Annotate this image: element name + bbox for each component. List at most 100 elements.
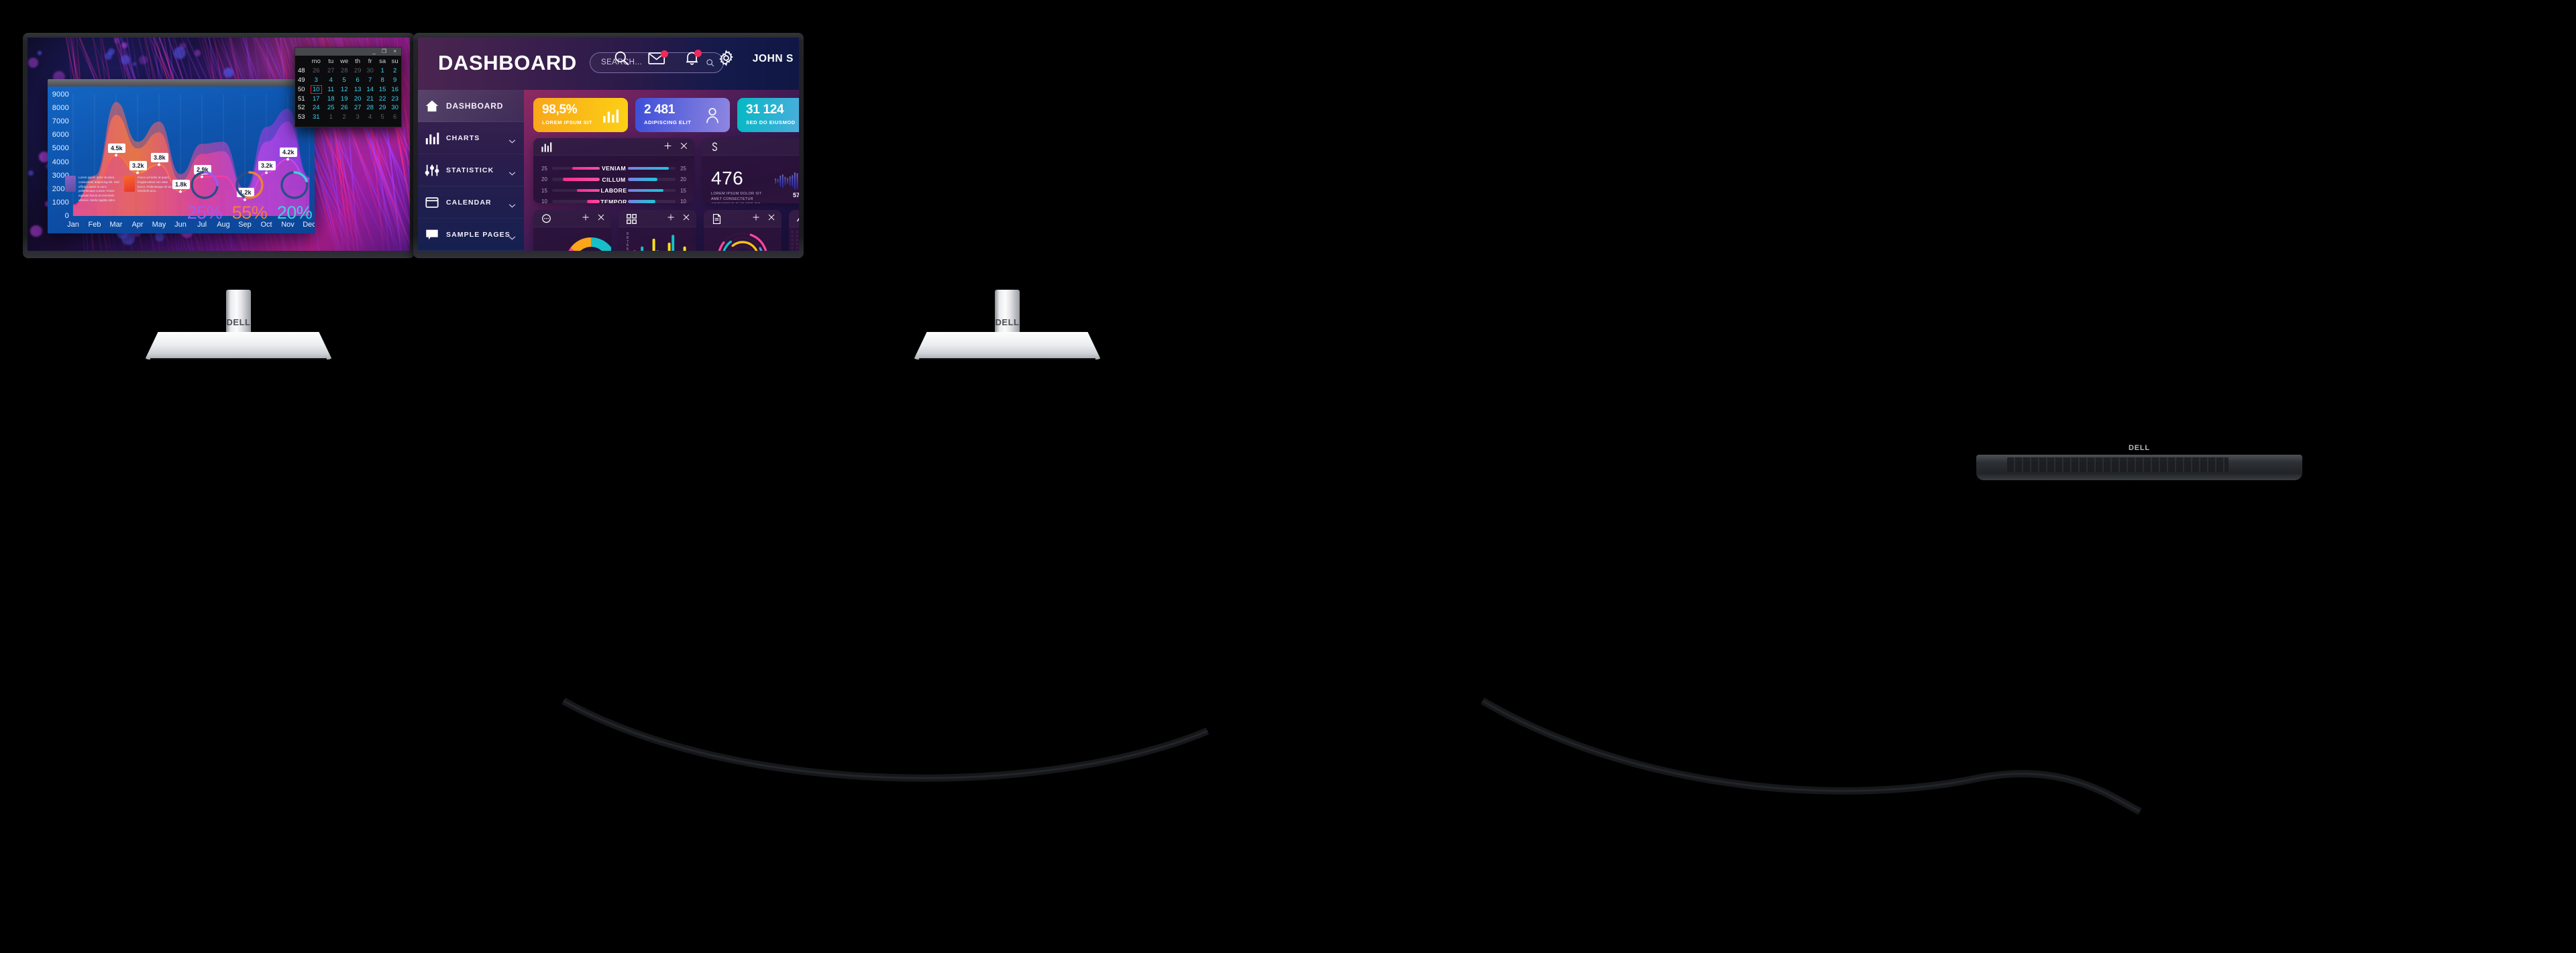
widget-header: [789, 210, 799, 227]
calendar-day[interactable]: 20: [352, 94, 364, 103]
calendar-day[interactable]: 23: [388, 94, 401, 103]
sidebar-item-dashboard[interactable]: DASHBOARD: [418, 90, 524, 122]
calendar-day[interactable]: 1: [325, 113, 337, 122]
calendar-day[interactable]: 5: [337, 76, 352, 85]
calendar-day[interactable]: 2: [337, 113, 352, 122]
grouped-bars-widget[interactable]: 9876543210 2019202020212022 LOREMDOLORIP…: [619, 210, 696, 251]
calendar-day[interactable]: 21: [364, 94, 376, 103]
laptop-keyboard[interactable]: [2007, 457, 2229, 472]
chevron-down-icon[interactable]: [508, 231, 516, 235]
calendar-day[interactable]: 2: [388, 66, 401, 76]
hbar-row: 10 TEMPOR 10: [541, 199, 686, 204]
search-icon-button[interactable]: [613, 50, 632, 68]
kpi-card[interactable]: 31 124 SED DO EIUSMOD: [737, 98, 799, 132]
calendar-day[interactable]: 31: [308, 113, 325, 122]
calendar-day[interactable]: 3: [352, 113, 364, 122]
chevron-down-icon[interactable]: [508, 199, 516, 203]
calendar-day[interactable]: 15: [376, 85, 389, 94]
gauge-percent-label: 20%: [275, 203, 314, 223]
calendar-day[interactable]: 27: [352, 103, 364, 113]
sidebar-item-calendar[interactable]: CALENDAR: [418, 186, 524, 219]
calendar-day[interactable]: 18: [325, 94, 337, 103]
chart-window-titlebar[interactable]: [48, 79, 315, 87]
add-icon[interactable]: [667, 213, 675, 221]
calendar-popup[interactable]: _ ❐ × mo tu we th fr sa su 48 26 27 28 29 30 1 2 49 3 4 5 6…: [294, 47, 402, 127]
calendar-close-button[interactable]: ×: [393, 48, 396, 56]
bar-chart-icon: [425, 131, 439, 146]
calendar-day[interactable]: 13: [352, 85, 364, 94]
gear-icon-button[interactable]: [718, 50, 737, 68]
calendar-day[interactable]: 5: [376, 113, 389, 122]
calendar-day[interactable]: 6: [352, 76, 364, 85]
radial-gauge-widget[interactable]: $ 11 300 $180,347: [704, 210, 782, 251]
close-icon[interactable]: [680, 142, 688, 150]
calendar-day[interactable]: 3: [308, 76, 325, 85]
calendar-day[interactable]: 12: [337, 85, 352, 94]
mail-icon-button[interactable]: [648, 50, 667, 68]
sidebar-item-charts[interactable]: CHARTS: [418, 122, 524, 154]
window-icon: [425, 195, 439, 210]
hbar-right-track: [628, 189, 676, 192]
calendar-day[interactable]: 16: [388, 85, 401, 94]
horizontal-bars-widget[interactable]: 25 VENIAM 25 20 CILLUM 20 15 LABORE 15 10 TEMPOR 10…: [533, 138, 694, 203]
sidebar-item-sample-pages[interactable]: SAMPLE PAGES: [418, 219, 524, 251]
calendar-day[interactable]: 11: [325, 85, 337, 94]
calendar-day[interactable]: 25: [325, 103, 337, 113]
y-axis-tick: 8000: [48, 104, 69, 112]
calendar-day[interactable]: 10: [308, 85, 325, 94]
dot-matrix-widget[interactable]: 01020304: [789, 210, 799, 251]
calendar-day[interactable]: 26: [337, 103, 352, 113]
kpi-value: 98,5%: [542, 103, 577, 117]
calendar-week-row: 53 31 1 2 3 4 5 6: [295, 113, 401, 122]
calendar-day[interactable]: 7: [364, 76, 376, 85]
kpi-card[interactable]: 98,5% LOREM IPSUM SIT: [533, 98, 628, 132]
hbar-category-label: LABORE: [600, 187, 628, 194]
calendar-weekday-header: mo: [308, 57, 325, 66]
y-axis-tick: 0: [48, 212, 69, 220]
close-icon[interactable]: [767, 213, 775, 221]
grouped-bars-body: 9876543210 2019202020212022 LOREMDOLORIP…: [619, 227, 696, 251]
calendar-titlebar[interactable]: _ ❐ ×: [295, 48, 401, 56]
calendar-day[interactable]: 28: [364, 103, 376, 113]
user-name[interactable]: JOHN S: [753, 53, 794, 65]
calendar-day[interactable]: 22: [376, 94, 389, 103]
chevron-down-icon[interactable]: [508, 135, 516, 139]
calendar-minimize-button[interactable]: _: [373, 48, 376, 56]
chevron-down-icon[interactable]: [508, 167, 516, 171]
calendar-day[interactable]: 19: [337, 94, 352, 103]
close-icon[interactable]: [597, 213, 605, 221]
calendar-day[interactable]: 29: [376, 103, 389, 113]
bell-icon-button[interactable]: [683, 50, 702, 68]
donut-widget[interactable]: $ 11 300$ 9 500$ 3 700 +24500: [533, 210, 611, 251]
add-icon[interactable]: [582, 213, 590, 221]
close-icon[interactable]: [682, 213, 690, 221]
calendar-day[interactable]: 24: [308, 103, 325, 113]
calendar-day[interactable]: 29: [352, 66, 364, 76]
calendar-day[interactable]: 6: [388, 113, 401, 122]
add-icon[interactable]: [752, 213, 760, 221]
waveform-widget[interactable]: 476 LOREM IPSUM DOLOR SIT AMET CONSECTET…: [702, 138, 799, 203]
hbar-right-track: [628, 167, 676, 170]
gauge-percent-label: 55%: [230, 203, 269, 223]
calendar-day[interactable]: 28: [337, 66, 352, 76]
calendar-day[interactable]: 30: [388, 103, 401, 113]
kpi-card[interactable]: 2 481 ADIPISCING ELIT: [635, 98, 730, 132]
calendar-day[interactable]: 26: [308, 66, 325, 76]
legend-text: Fusce vel dolor at quam feugiat varius n…: [138, 176, 175, 194]
calendar-day[interactable]: 4: [325, 76, 337, 85]
sidebar-item-statistick[interactable]: STATISTICK: [418, 154, 524, 186]
calendar-day[interactable]: 9: [388, 76, 401, 85]
right-monitor-screen: DASHBOARD SEARCH... JOHN S DASHBOARD CHA…: [418, 38, 799, 251]
calendar-grid[interactable]: mo tu we th fr sa su 48 26 27 28 29 30 1 2 49 3 4 5 6 7 8 9 50 1…: [295, 57, 401, 121]
calendar-day[interactable]: 30: [364, 66, 376, 76]
hbar-right-fill: [628, 167, 669, 170]
calendar-day[interactable]: 8: [376, 76, 389, 85]
calendar-day[interactable]: 1: [376, 66, 389, 76]
analytics-chart-window[interactable]: 9000 8000 7000 6000 5000 4000 3000 2000 1000 0 Ja…: [48, 79, 315, 233]
calendar-maximize-button[interactable]: ❐: [382, 48, 386, 56]
calendar-day[interactable]: 27: [325, 66, 337, 76]
calendar-day[interactable]: 17: [308, 94, 325, 103]
calendar-day[interactable]: 4: [364, 113, 376, 122]
calendar-day[interactable]: 14: [364, 85, 376, 94]
add-icon[interactable]: [663, 142, 672, 150]
